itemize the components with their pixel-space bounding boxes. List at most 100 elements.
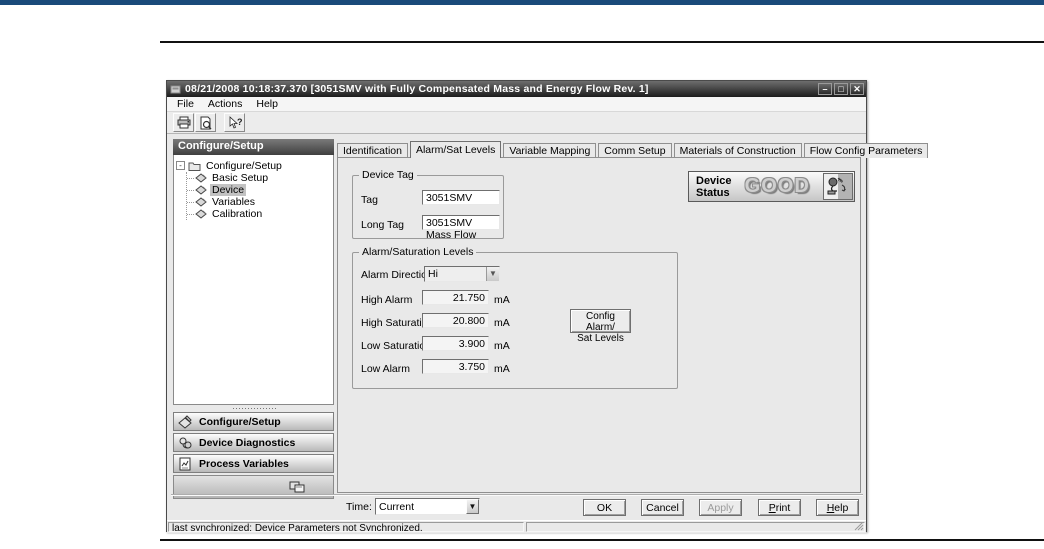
device-status-label: Device Status [696, 174, 732, 199]
time-value: Current [379, 500, 415, 513]
window-title: 08/21/2008 10:18:37.370 [3051SMV with Fu… [185, 83, 649, 95]
nav-button-label: Configure/Setup [199, 415, 281, 428]
configure-setup-icon [178, 414, 193, 429]
long-tag-label: Long Tag [361, 219, 405, 231]
time-label: Time: [346, 501, 372, 513]
alarm-saturation-group-title: Alarm/Saturation Levels [359, 246, 477, 258]
high-saturation-value-field[interactable]: 20.800 [422, 313, 489, 328]
time-dropdown[interactable]: Current ▼ [375, 498, 480, 515]
tab-variable-mapping[interactable]: Variable Mapping [503, 143, 597, 158]
tree-item-label[interactable]: Calibration [210, 208, 264, 220]
app-icon [170, 84, 181, 95]
nav-button-device-diagnostics[interactable]: Device Diagnostics [173, 433, 334, 452]
device-tag-group-title: Device Tag [359, 169, 417, 181]
tree-root-configure-setup[interactable]: - Configure/Setup [176, 159, 331, 172]
context-help-toolbar-button[interactable]: ? [224, 113, 245, 132]
help-pointer-icon: ? [228, 116, 242, 129]
status-bar-panel [526, 522, 865, 532]
minimize-button[interactable]: – [818, 83, 832, 95]
alarm-saturation-group: Alarm/Saturation Levels Alarm Direction … [352, 246, 678, 389]
help-button[interactable]: Help [816, 499, 859, 516]
menu-help[interactable]: Help [250, 97, 284, 111]
device-status-value: GOOD [744, 175, 810, 197]
print-button[interactable]: Print [758, 499, 801, 516]
svg-text:?: ? [237, 117, 242, 127]
status-bar: last synchronized: Device Parameters not… [167, 520, 866, 533]
high-alarm-label: High Alarm [361, 294, 413, 306]
alarm-sat-levels-panel: Device Tag Tag 3051SMV Long Tag 3051SMV … [337, 157, 861, 493]
low-saturation-value-field[interactable]: 3.900 [422, 336, 489, 351]
low-alarm-unit: mA [494, 363, 510, 375]
alarm-direction-dropdown[interactable]: Hi ▼ [424, 266, 500, 282]
high-alarm-value-field[interactable]: 21.750 [422, 290, 489, 305]
compare-windows-icon[interactable] [289, 481, 305, 494]
sidebar-header: Configure/Setup [173, 139, 334, 155]
alarm-direction-label: Alarm Direction [361, 269, 433, 281]
print-toolbar-button[interactable] [173, 113, 194, 132]
printer-icon [177, 116, 191, 129]
tab-strip: Identification Alarm/Sat Levels Variable… [337, 141, 930, 158]
device-status-transmitter-icon [823, 173, 853, 200]
ok-button[interactable]: OK [583, 499, 626, 516]
configure-setup-tree: - Configure/Setup Basic Setup Device Var… [173, 155, 334, 405]
close-button[interactable]: ✕ [850, 83, 864, 95]
tree-item-label[interactable]: Device [210, 184, 247, 196]
tree-item-calibration[interactable]: Calibration [187, 208, 331, 220]
cancel-button[interactable]: Cancel [641, 499, 684, 516]
device-status-banner: Device Status GOOD [688, 171, 855, 202]
chevron-down-icon: ▼ [466, 499, 479, 514]
process-variables-icon [178, 457, 193, 471]
tag-icon [195, 209, 207, 219]
tree-item-label[interactable]: Variables [210, 196, 257, 208]
tag-icon [195, 185, 207, 195]
tag-icon [195, 197, 207, 207]
tree-item-basic-setup[interactable]: Basic Setup [187, 172, 331, 184]
low-alarm-value-field[interactable]: 3.750 [422, 359, 489, 374]
title-bar[interactable]: 08/21/2008 10:18:37.370 [3051SMV with Fu… [167, 81, 866, 97]
diagnostics-icon [178, 436, 193, 450]
tree-root-label[interactable]: Configure/Setup [204, 160, 284, 172]
tag-input[interactable]: 3051SMV [422, 190, 500, 205]
config-alarm-sat-levels-button[interactable]: Config Alarm/Sat Levels [570, 309, 631, 344]
app-window: 08/21/2008 10:18:37.370 [3051SMV with Fu… [166, 80, 929, 533]
tree-item-variables[interactable]: Variables [187, 196, 331, 208]
menu-actions[interactable]: Actions [202, 97, 248, 111]
nav-button-process-variables[interactable]: Process Variables [173, 454, 334, 473]
page-divider-top [160, 41, 1044, 43]
low-saturation-unit: mA [494, 340, 510, 352]
tree-item-device[interactable]: Device [187, 184, 331, 196]
low-saturation-label: Low Saturation [361, 340, 432, 352]
tab-comm-setup[interactable]: Comm Setup [598, 143, 672, 158]
collapse-expander-icon[interactable]: - [176, 161, 185, 170]
tab-alarm-sat-levels[interactable]: Alarm/Sat Levels [409, 141, 502, 158]
resize-grip-icon[interactable] [853, 523, 864, 531]
splitter-handle-icon [231, 407, 276, 410]
high-alarm-unit: mA [494, 294, 510, 306]
page-top-accent-bar [0, 0, 1044, 5]
low-alarm-label: Low Alarm [361, 363, 411, 375]
tab-identification[interactable]: Identification [337, 143, 408, 158]
footer-bar: Time: Current ▼ OK Cancel Apply Print He… [167, 495, 866, 520]
sync-status-text: last synchronized: Device Parameters not… [168, 522, 524, 532]
maximize-button[interactable]: □ [834, 83, 848, 95]
long-tag-input[interactable]: 3051SMV Mass Flow [422, 215, 500, 241]
alarm-direction-value: Hi [428, 268, 438, 280]
nav-button-configure-setup[interactable]: Configure/Setup [173, 412, 334, 431]
toolbar: ? [167, 112, 866, 134]
tab-materials-of-construction[interactable]: Materials of Construction [673, 143, 802, 158]
apply-button[interactable]: Apply [699, 499, 742, 516]
nav-button-label: Device Diagnostics [199, 436, 296, 449]
nav-button-label: Process Variables [199, 457, 289, 470]
page-divider-bottom [160, 539, 1044, 541]
chevron-down-icon: ▼ [486, 267, 499, 281]
navigation-sidebar: Configure/Setup - Configure/Setup Basic … [173, 139, 334, 499]
print-preview-toolbar-button[interactable] [195, 113, 216, 132]
tag-icon [195, 173, 207, 183]
device-tag-group: Device Tag Tag 3051SMV Long Tag 3051SMV … [352, 169, 504, 241]
menu-file[interactable]: File [171, 97, 200, 111]
document-page: 08/21/2008 10:18:37.370 [3051SMV with Fu… [0, 0, 1044, 549]
tree-item-label[interactable]: Basic Setup [210, 172, 270, 184]
menu-bar: File Actions Help [167, 97, 866, 112]
sidebar-splitter[interactable] [173, 405, 334, 412]
tab-flow-config-parameters[interactable]: Flow Config Parameters [803, 143, 929, 158]
